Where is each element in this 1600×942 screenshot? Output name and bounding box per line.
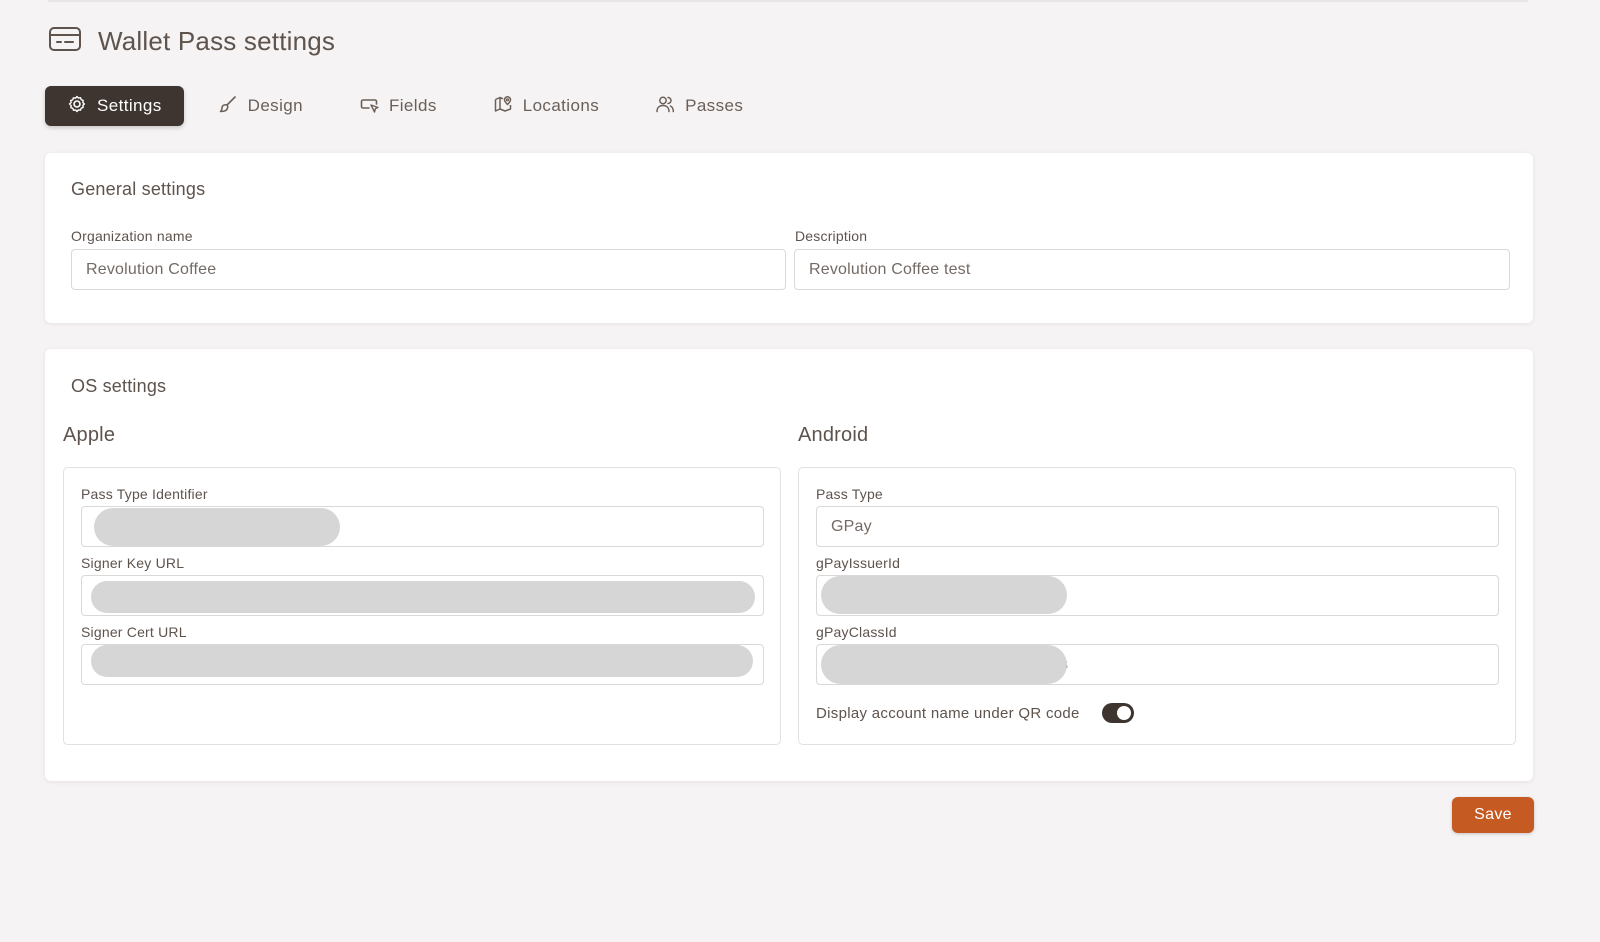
map-pin-icon	[493, 94, 513, 119]
gpay-issuer-id-label: gPayIssuerId	[816, 555, 901, 571]
tab-passes[interactable]: Passes	[633, 86, 765, 126]
tab-label: Fields	[388, 96, 437, 115]
toggle-label: Display account name under QR code	[816, 704, 1080, 722]
android-section-title: Android	[798, 424, 869, 446]
pass-type-identifier-input[interactable]	[81, 506, 764, 547]
gpay-class-id-label: gPayClassId	[816, 624, 897, 640]
input-value: GPay	[831, 517, 872, 535]
gear-icon	[67, 94, 87, 119]
input-value: Revolution Coffee test	[809, 260, 971, 278]
gpay-issuer-id-input[interactable]	[816, 575, 1499, 616]
signer-cert-url-label: Signer Cert URL	[81, 624, 187, 640]
page-header: Wallet Pass settings	[48, 24, 335, 59]
description-label: Description	[795, 228, 868, 244]
display-account-name-toggle[interactable]	[1101, 703, 1134, 723]
android-panel: Pass Type GPay gPayIssuerId gPayClassId …	[798, 467, 1516, 745]
tab-label: Locations	[522, 96, 600, 115]
redacted-value	[94, 508, 340, 546]
wallet-card-icon	[48, 24, 82, 59]
redacted-value	[91, 645, 753, 677]
pass-type-input[interactable]: GPay	[816, 506, 1499, 547]
save-button[interactable]: Save	[1452, 797, 1534, 833]
tab-fields[interactable]: Fields	[337, 86, 459, 126]
tab-locations[interactable]: Locations	[471, 86, 621, 126]
field-input-icon	[359, 94, 379, 119]
card-title: OS settings	[71, 376, 167, 396]
signer-key-url-input[interactable]	[81, 575, 764, 616]
tab-label: Passes	[685, 96, 744, 115]
os-settings-card: OS settings Apple Android Pass Type Iden…	[45, 349, 1533, 781]
organization-name-input[interactable]: Revolution Coffee	[71, 249, 786, 290]
pass-type-label: Pass Type	[816, 486, 883, 502]
redacted-value	[821, 645, 1067, 684]
redacted-value	[821, 576, 1067, 614]
apple-section-title: Apple	[63, 424, 116, 446]
tab-settings[interactable]: Settings	[45, 86, 184, 126]
tab-label: Design	[247, 96, 303, 115]
tab-design[interactable]: Design	[196, 86, 325, 126]
pass-type-identifier-label: Pass Type Identifier	[81, 486, 208, 502]
users-icon	[655, 94, 675, 119]
organization-name-label: Organization name	[71, 228, 193, 244]
general-settings-card: General settings Organization name Revol…	[45, 153, 1533, 323]
display-account-name-row: Display account name under QR code	[816, 703, 1134, 723]
input-value: Revolution Coffee	[86, 260, 217, 278]
signer-cert-url-input[interactable]	[81, 644, 764, 685]
page-title: Wallet Pass settings	[98, 26, 336, 56]
gpay-class-id-input[interactable]: s	[816, 644, 1499, 685]
redacted-value	[91, 581, 755, 613]
tab-label: Settings	[97, 96, 162, 115]
description-input[interactable]: Revolution Coffee test	[794, 249, 1510, 290]
card-title: General settings	[71, 179, 206, 199]
signer-key-url-label: Signer Key URL	[81, 555, 185, 571]
brush-icon	[218, 94, 238, 119]
top-divider	[48, 0, 1528, 2]
tab-bar: Settings Design Fields Locations Passes	[45, 86, 765, 126]
apple-panel: Pass Type Identifier Signer Key URL Sign…	[63, 467, 781, 745]
